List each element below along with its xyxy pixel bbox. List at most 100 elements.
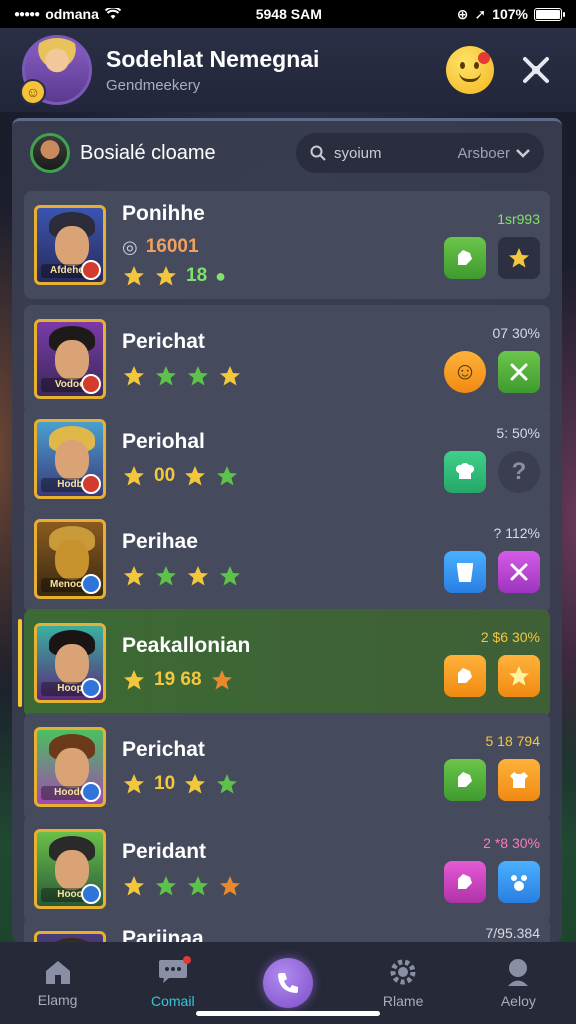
ally-button[interactable] [444, 655, 486, 697]
emote-button[interactable]: ☺ [444, 351, 486, 393]
home-icon [45, 961, 70, 984]
status-bar: ●●●●● odmana 5948 SAM ⊕ ➚ 107% [0, 0, 576, 28]
nav-item-chat[interactable]: Comail [128, 955, 218, 1009]
row-stat: 7/95.384 [485, 925, 541, 941]
character-name: Perihae [122, 530, 198, 553]
star-icon [124, 876, 144, 896]
nav-label: Elamg [37, 992, 78, 1008]
star-icon [124, 466, 144, 486]
player-subtitle: Gendmeekery [106, 77, 201, 94]
ally-button[interactable] [444, 759, 486, 801]
smile-icon: ☺ [452, 358, 478, 385]
rank-badge-icon [81, 782, 101, 802]
armor-button[interactable] [498, 759, 540, 801]
star-icon [211, 670, 232, 690]
panel-avatar [30, 133, 70, 173]
profile-icon [508, 959, 529, 986]
nav-label: Rlame [382, 993, 424, 1009]
star-icon [124, 774, 144, 794]
wrench-icon [510, 563, 528, 581]
alarm-icon: ⊕ [456, 5, 469, 22]
nav-item-profile[interactable]: Aeloy [473, 957, 563, 1009]
search-icon [310, 145, 326, 161]
chef-button[interactable] [444, 451, 486, 493]
character-portrait: Vodoo [34, 319, 106, 399]
nav-item-home[interactable]: Elamg [13, 958, 103, 1008]
nav-label: Comail [150, 992, 195, 1009]
favorite-button[interactable] [498, 655, 540, 697]
carrier-label: odmana [45, 6, 99, 22]
rank-badge-icon [81, 678, 101, 698]
character-portrait: Hodb [34, 419, 106, 499]
tools-button[interactable] [498, 551, 540, 593]
row-stat: 5: 50% [496, 425, 540, 441]
list-item[interactable]: Hooo Peridant 2 *8 30% [24, 815, 550, 923]
list-item[interactable]: Hodb Periohal 00 5: 50% ? [24, 405, 550, 513]
character-name: Perichat [122, 330, 205, 353]
character-name: Perichat [122, 738, 205, 761]
list-item[interactable]: Hoodo Perichat 10 5 18 794 [24, 713, 550, 821]
character-portrait: Afdeheh [34, 205, 106, 285]
rank-badge-icon [81, 574, 101, 594]
rank-badge-icon [81, 260, 101, 280]
battery-icon [533, 7, 565, 21]
nav-label: Aeloy [500, 993, 536, 1009]
list-item[interactable]: Menociv Perihae ? 112% [24, 505, 550, 613]
trash-icon [456, 563, 474, 582]
nav-item-call[interactable] [243, 958, 333, 1008]
pet-button[interactable] [498, 861, 540, 903]
call-button[interactable] [262, 958, 313, 1008]
glove-icon [458, 668, 472, 683]
phone-icon [277, 973, 298, 993]
character-portrait: Hooo [34, 829, 106, 909]
notification-dot [182, 955, 191, 964]
profile-avatar[interactable]: ☺ [20, 35, 92, 105]
sort-label: Arsboer [457, 144, 510, 162]
star-icon [124, 566, 144, 586]
star-icon [124, 670, 144, 690]
favorite-button[interactable] [498, 237, 540, 279]
player-name: Sodehlat Nemegnai [106, 46, 320, 72]
trash-button[interactable] [444, 551, 486, 593]
nav-item-settings[interactable]: Rlame [358, 957, 448, 1009]
search-placeholder: syoium [334, 144, 382, 162]
character-name: Ponihhe [122, 202, 205, 225]
battery-percent: 107% [492, 6, 528, 22]
character-name: Peakallonian [122, 634, 251, 657]
glove-icon [458, 250, 472, 265]
sort-dropdown[interactable]: Arsboer [457, 145, 530, 162]
list-item[interactable]: Afdeheh Ponihhe ◎ 16001 18 ● 1sr993 [24, 191, 550, 299]
star-icon [509, 666, 529, 686]
gear-icon [390, 959, 416, 985]
row-stat: ? 112% [493, 525, 540, 541]
tools-button[interactable] [498, 351, 540, 393]
panel-title: Bosialé cloame [80, 141, 216, 164]
crossed-swords-icon [523, 57, 549, 83]
list-item[interactable]: Vodoo Perichat 07 30% ☺ [24, 305, 550, 413]
player-list-panel: Bosialé cloame syoium Arsboer Afdeheh Po… [12, 118, 562, 942]
ally-button[interactable] [444, 237, 486, 279]
help-button[interactable]: ? [498, 451, 540, 493]
character-name: Periohal [122, 430, 205, 453]
star-icon [124, 366, 144, 386]
ally-button[interactable] [444, 861, 486, 903]
list-item-selected[interactable]: Hoop Peakallonian 19 68 2 $6 30% [18, 609, 550, 717]
character-portrait [34, 931, 106, 942]
emoji-button[interactable] [446, 46, 494, 94]
close-button[interactable] [518, 52, 554, 88]
level-icon: ● [215, 265, 227, 286]
star-icon [156, 366, 176, 386]
star-icon [220, 366, 240, 386]
coin-icon: ◎ [122, 236, 138, 257]
row-stat: 1sr993 [497, 211, 540, 227]
wrench-icon [510, 363, 528, 381]
star-icon [509, 248, 529, 268]
paw-icon [511, 875, 527, 891]
header: ☺ Sodehlat Nemegnai Gendmeekery [0, 28, 576, 112]
star-icon [185, 466, 206, 486]
search-input[interactable]: syoium Arsboer [296, 133, 544, 173]
list-item[interactable]: Pariinaa 7/95.384 [24, 917, 550, 942]
star-icon [185, 774, 206, 794]
home-indicator [196, 1011, 380, 1016]
row-stat: 2 $6 30% [480, 629, 540, 645]
